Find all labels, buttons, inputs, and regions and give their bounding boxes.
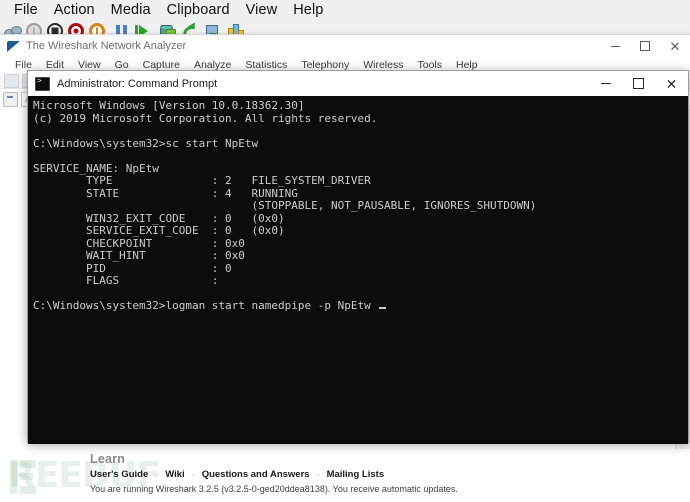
version-status-text: You are running Wireshark 3.2.5 (v3.2.5-… bbox=[90, 484, 458, 494]
separator-dot: · bbox=[191, 469, 195, 480]
hyperv-menu-media[interactable]: Media bbox=[103, 0, 159, 20]
start-capture-icon[interactable] bbox=[4, 73, 19, 88]
separator-dot: · bbox=[155, 469, 159, 480]
cmd-close-button[interactable]: ✕ bbox=[655, 71, 688, 96]
cmd-maximize-button[interactable] bbox=[622, 71, 655, 96]
wireshark-minimize-button[interactable] bbox=[600, 35, 630, 57]
hyperv-menu-clipboard[interactable]: Clipboard bbox=[159, 0, 238, 20]
hyperv-menu-help[interactable]: Help bbox=[285, 0, 331, 20]
wireshark-close-button[interactable]: ✕ bbox=[660, 35, 690, 57]
command-prompt-title-bar[interactable]: Administrator: Command Prompt ✕ bbox=[28, 71, 688, 96]
console-text-content: Microsoft Windows [Version 10.0.18362.30… bbox=[33, 99, 537, 312]
hyperv-menu-bar: File Action Media Clipboard View Help bbox=[0, 0, 690, 20]
console-output-area[interactable]: Microsoft Windows [Version 10.0.18362.30… bbox=[28, 96, 688, 444]
hyperv-menu-view[interactable]: View bbox=[238, 0, 286, 20]
wireshark-title-bar: The Wireshark Network Analyzer ✕ bbox=[0, 35, 690, 57]
link-users-guide[interactable]: User's Guide bbox=[90, 469, 148, 480]
cmd-minimize-button[interactable] bbox=[589, 71, 622, 96]
text-cursor bbox=[379, 307, 387, 309]
wireshark-maximize-button[interactable] bbox=[630, 35, 660, 57]
learn-links: User's Guide · Wiki · Questions and Answ… bbox=[90, 469, 384, 480]
hyperv-vm-connection-window: File Action Media Clipboard View Help Th… bbox=[0, 0, 690, 502]
hyperv-menu-action[interactable]: Action bbox=[46, 0, 103, 20]
wireshark-learn-section: REEBUF Learn User's Guide · Wiki · Quest… bbox=[0, 450, 690, 502]
link-wiki[interactable]: Wiki bbox=[165, 469, 184, 480]
hyperv-menu-file[interactable]: File bbox=[6, 0, 46, 20]
filter-bookmark-icon[interactable] bbox=[3, 91, 18, 107]
console-icon bbox=[35, 76, 50, 91]
command-prompt-window-title: Administrator: Command Prompt bbox=[57, 77, 218, 90]
command-prompt-window-controls: ✕ bbox=[589, 71, 688, 96]
wireshark-window-controls: ✕ bbox=[600, 35, 690, 57]
wireshark-fin-icon bbox=[7, 40, 20, 52]
console-text: Microsoft Windows [Version 10.0.18362.30… bbox=[33, 99, 688, 313]
wireshark-window-title: The Wireshark Network Analyzer bbox=[26, 40, 187, 52]
link-questions-and-answers[interactable]: Questions and Answers bbox=[202, 469, 310, 480]
command-prompt-window: Administrator: Command Prompt ✕ Microsof… bbox=[27, 70, 689, 444]
separator-dot: · bbox=[316, 469, 320, 480]
learn-heading: Learn bbox=[90, 452, 126, 466]
link-mailing-lists[interactable]: Mailing Lists bbox=[327, 469, 385, 480]
